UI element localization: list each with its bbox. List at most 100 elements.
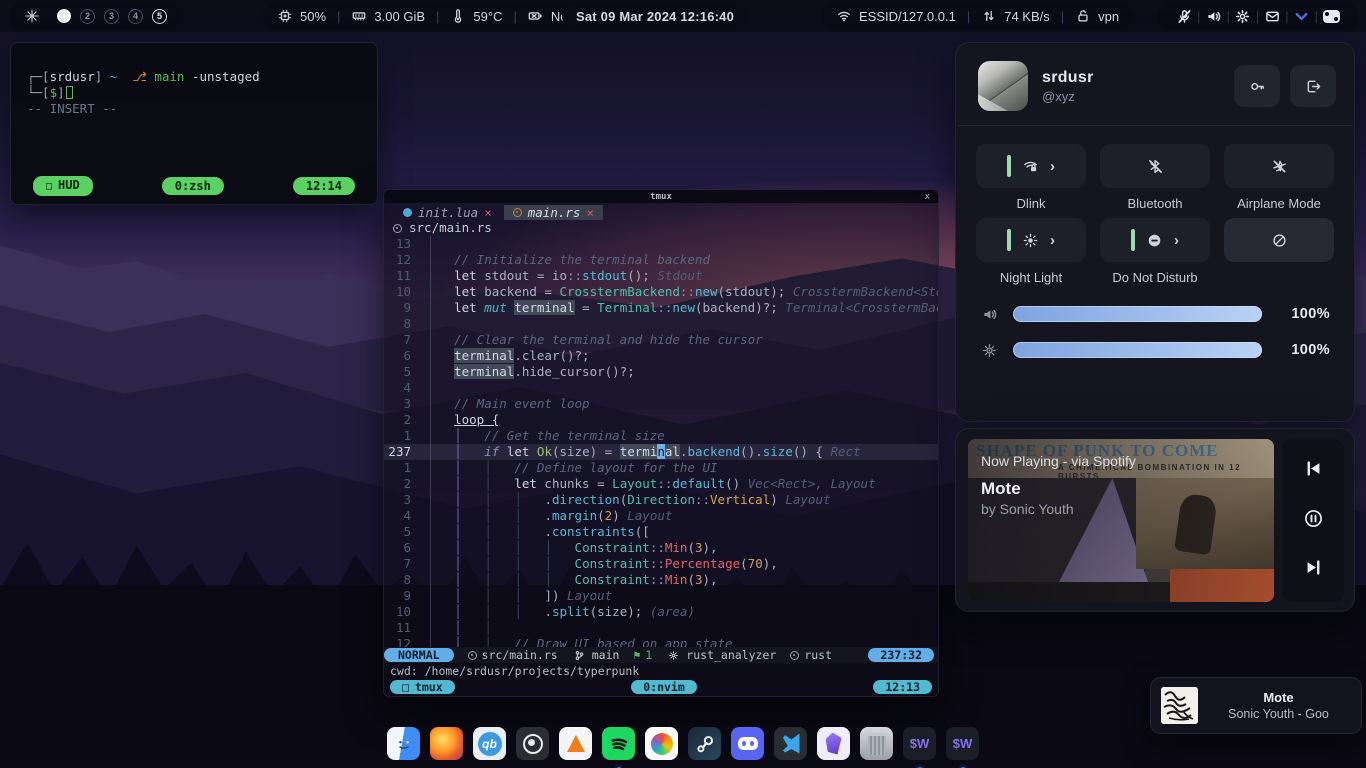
toggle-bluetooth[interactable]: [1100, 144, 1210, 188]
zsh-window-pill[interactable]: 0:zsh: [162, 177, 224, 195]
tab-main.rs[interactable]: main.rs×: [504, 205, 603, 220]
workspace-5[interactable]: 5: [152, 9, 167, 24]
code-line: 8: [384, 316, 938, 332]
prompt-user: srdusr: [50, 69, 95, 84]
code-line: 1 │ // Get the terminal size: [384, 428, 938, 444]
code-line: 10 │ │ │ .split(size); (area): [384, 604, 938, 620]
speaker-icon[interactable]: [1200, 9, 1226, 24]
winbar-filename: src/main.rs: [409, 220, 492, 236]
top-bar: 2345 50% | 3.00 GiB | 59°C | No Bat Sat …: [0, 0, 1366, 32]
lua-icon: [403, 208, 412, 217]
system-tray: |||||: [1157, 3, 1358, 29]
workspace-1[interactable]: [57, 9, 71, 23]
previous-button[interactable]: [1304, 459, 1323, 483]
terminal-output: ┌─[srdusr] ~ ⎇ main -unstaged └─[$] -- I…: [11, 43, 377, 117]
code-line: 12 │ │ // Draw UI based on app state: [384, 636, 938, 647]
toggle-night-light[interactable]: ›: [976, 218, 1086, 262]
network-speed-icon: [981, 9, 996, 24]
dock-item-steam[interactable]: [688, 727, 721, 766]
code-line: 9 │ │ │ ]) Layout: [384, 588, 938, 604]
chevron-right-icon[interactable]: ›: [1174, 233, 1179, 248]
rust-file-icon: [468, 651, 477, 660]
brightness-slider-value: 100%: [1278, 342, 1330, 358]
diagnostic-flag-icon: ⚑: [633, 647, 640, 663]
quick-toggles-icon[interactable]: [1318, 10, 1344, 23]
workspace-3[interactable]: 3: [104, 9, 119, 24]
toggle-active-indicator: [1007, 229, 1011, 251]
code-line: 3 │ │ │ .direction(Direction::Vertical) …: [384, 492, 938, 508]
git-branch-icon: ⎇: [117, 69, 154, 84]
network-group[interactable]: ESSID/127.0.0.1 | 74 KB/s | vpn: [822, 3, 1133, 29]
code-line: 6 │ │ │ │ Constraint::Min(3),: [384, 540, 938, 556]
window-close-button[interactable]: x: [925, 192, 930, 202]
dock-item-obs[interactable]: [516, 727, 549, 766]
dock-item-photos[interactable]: [645, 727, 678, 766]
logout-button[interactable]: [1290, 65, 1336, 107]
memory-usage: 3.00 GiB: [374, 9, 425, 24]
tab-close-icon[interactable]: ×: [586, 205, 594, 221]
dock-item-sw-app-1[interactable]: $W: [903, 727, 936, 766]
tab-init.lua[interactable]: init.lua×: [394, 205, 501, 220]
toggle-dlink[interactable]: ›: [976, 144, 1086, 188]
dock-item-spotify[interactable]: [602, 727, 635, 766]
code-line-current: 237 │ if let Ok(size) = terminal.backend…: [384, 444, 938, 460]
dock-item-vscode[interactable]: [774, 727, 807, 766]
code-line: 4 │ │ │ .margin(2) Layout: [384, 508, 938, 524]
line-number: 3: [384, 396, 424, 412]
pause-button[interactable]: [1304, 509, 1323, 533]
hud-pill[interactable]: □HUD: [33, 176, 93, 196]
workspace-4[interactable]: 4: [128, 9, 143, 24]
line-number: 4: [384, 508, 424, 524]
mail-icon[interactable]: [1259, 9, 1285, 24]
code-buffer[interactable]: 1312 // Initialize the terminal backend1…: [384, 236, 938, 647]
tmux-session-pill[interactable]: □tmux: [390, 680, 455, 694]
line-number: 9: [384, 588, 424, 604]
dnd-icon: [1147, 233, 1162, 248]
lsp-name: rust_analyzer: [686, 647, 776, 663]
settings-gear-icon[interactable]: [1230, 9, 1256, 24]
quick-toggles: ›DlinkBluetoothAirplane Mode›Night Light…: [956, 126, 1354, 286]
workspace-2[interactable]: 2: [80, 9, 95, 24]
thermometer-icon: [450, 9, 465, 24]
essid: ESSID/127.0.0.1: [859, 9, 956, 24]
terminal-cursor: [66, 86, 73, 99]
line-number: 237: [384, 444, 424, 460]
dock-item-qbittorrent[interactable]: qb: [473, 727, 506, 766]
volume-slider[interactable]: [1013, 306, 1262, 322]
toggle-airplane-mode[interactable]: [1224, 144, 1334, 188]
notification-popup[interactable]: Mote Sonic Youth - Goo: [1150, 677, 1362, 734]
brightness-slider[interactable]: [1013, 342, 1262, 358]
clock-text: Sat 09 Mar 2024 12:16:40: [576, 9, 734, 24]
desktop: 2345 50% | 3.00 GiB | 59°C | No Bat Sat …: [0, 0, 1366, 768]
toggle-disabled[interactable]: [1224, 218, 1334, 262]
code-line: 1 │ │ // Define layout for the UI: [384, 460, 938, 476]
wifi-icon: [836, 9, 851, 24]
toggle-do-not-disturb[interactable]: ›: [1100, 218, 1210, 262]
dock-item-vlc[interactable]: [559, 727, 592, 766]
vpn-label: vpn: [1098, 9, 1119, 24]
tmux-window-pill[interactable]: 0:nvim: [631, 680, 697, 694]
chevron-right-icon[interactable]: ›: [1050, 159, 1055, 174]
dock-item-obsidian[interactable]: [817, 727, 850, 766]
tab-close-icon[interactable]: ×: [484, 205, 492, 221]
code-line: 7 │ │ │ │ Constraint::Percentage(70),: [384, 556, 938, 572]
key-button[interactable]: [1234, 65, 1280, 107]
notification-album-thumb: [1161, 687, 1198, 724]
code-line: 5 terminal.hide_cursor()?;: [384, 364, 938, 380]
chevron-down-icon[interactable]: [1289, 9, 1315, 24]
microphone-muted-icon[interactable]: [1171, 9, 1197, 24]
dock-item-discord[interactable]: [731, 727, 764, 766]
dock-item-files[interactable]: [387, 727, 420, 766]
dock-item-firefox[interactable]: [430, 727, 463, 766]
avatar: [978, 61, 1028, 111]
terminal-window[interactable]: ┌─[srdusr] ~ ⎇ main -unstaged └─[$] -- I…: [10, 42, 378, 205]
dock-item-sw-app-2[interactable]: $W: [946, 727, 979, 766]
line-number: 5: [384, 364, 424, 380]
next-button[interactable]: [1304, 558, 1323, 582]
clock[interactable]: Sat 09 Mar 2024 12:16:40: [562, 3, 748, 29]
battery-icon: [528, 9, 543, 24]
chevron-right-icon[interactable]: ›: [1050, 233, 1055, 248]
git-branch-name: main: [154, 69, 184, 84]
dock-item-trash[interactable]: [860, 727, 893, 766]
tmux-window[interactable]: tmux x init.lua×main.rs× src/main.rs 131…: [383, 189, 939, 697]
